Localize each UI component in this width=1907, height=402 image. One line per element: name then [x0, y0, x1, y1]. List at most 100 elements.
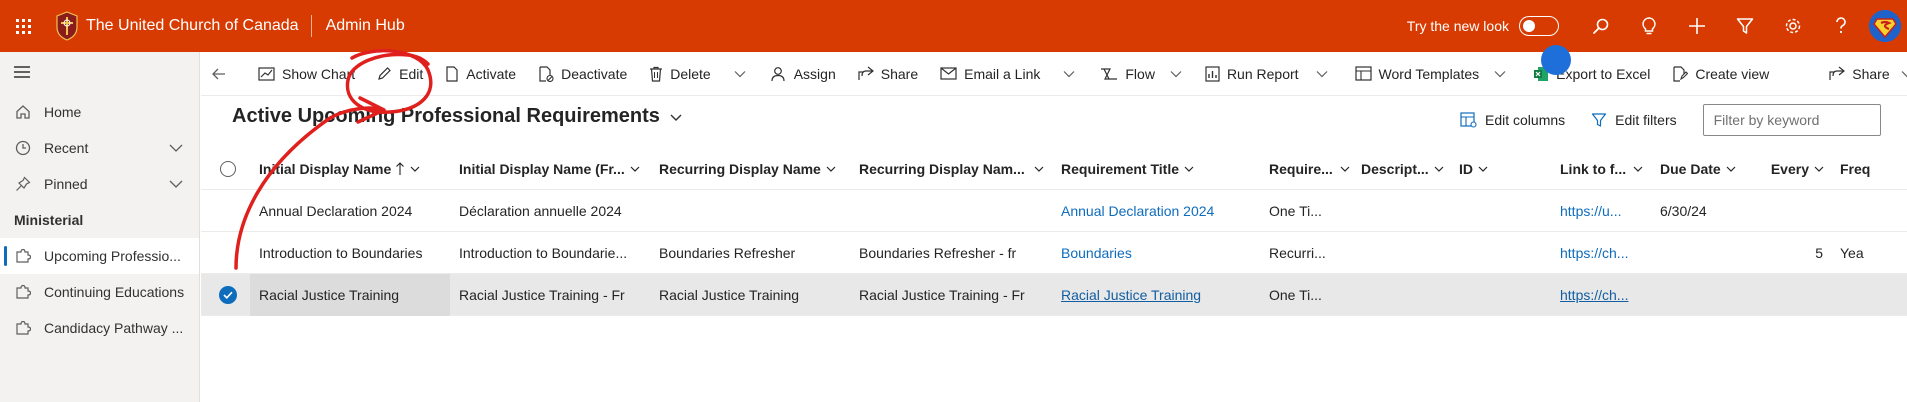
sidebar-item-pinned[interactable]: Pinned — [0, 166, 199, 202]
cell-link-url[interactable]: https://u... — [1551, 203, 1651, 219]
search-button[interactable] — [1577, 0, 1625, 52]
column-header-link[interactable]: Link to f... — [1551, 161, 1651, 177]
column-header-initial-display-name[interactable]: Initial Display Name — [250, 161, 450, 177]
app-name[interactable]: Admin Hub — [326, 17, 405, 35]
cell-requirement-title-link[interactable]: Racial Justice Training — [1052, 287, 1260, 303]
share-view-label: Share — [1852, 65, 1890, 82]
chevron-down-icon — [1633, 166, 1643, 172]
cell-initial-display-name-fr: Racial Justice Training - Fr — [459, 286, 625, 303]
delete-button[interactable]: Delete — [635, 52, 718, 96]
sidebar-item-upcoming-professional[interactable]: Upcoming Professio... — [0, 238, 199, 274]
settings-button[interactable] — [1769, 0, 1817, 52]
column-header-initial-display-name-fr[interactable]: Initial Display Name (Fr... — [450, 161, 650, 177]
puzzle-icon — [14, 283, 32, 301]
column-header-label: Descript... — [1361, 160, 1429, 177]
edit-columns-button[interactable]: Edit columns — [1460, 112, 1565, 128]
table-row-selected[interactable]: Racial Justice Training Racial Justice T… — [201, 273, 1907, 316]
chart-icon — [258, 66, 275, 81]
column-header-every[interactable]: Every — [1761, 161, 1831, 177]
puzzle-icon — [14, 247, 32, 265]
chevron-down-icon[interactable] — [167, 139, 185, 157]
more-email-options[interactable] — [1056, 52, 1082, 96]
create-view-button[interactable]: Create view — [1658, 52, 1777, 96]
activate-button[interactable]: Activate — [431, 52, 524, 96]
cell-link-url[interactable]: https://ch... — [1551, 245, 1651, 261]
cell-requirement-title-link[interactable]: Boundaries — [1052, 245, 1260, 261]
user-avatar[interactable] — [1869, 10, 1901, 42]
show-chart-label: Show Chart — [282, 65, 356, 82]
select-all-checkbox[interactable] — [201, 160, 250, 177]
sidebar-item-continuing-educations[interactable]: Continuing Educations — [0, 274, 199, 310]
header-divider — [310, 15, 312, 37]
cell-initial-display-name[interactable]: Annual Declaration 2024 — [250, 203, 450, 219]
chevron-down-icon — [410, 166, 420, 172]
view-title: Active Upcoming Professional Requirement… — [232, 105, 660, 127]
column-header-label: Freq — [1840, 160, 1871, 177]
cell-link-url[interactable]: https://ch... — [1551, 287, 1651, 303]
column-header-requirement-title[interactable]: Requirement Title — [1052, 161, 1260, 177]
organization-name[interactable]: The United Church of Canada — [86, 17, 299, 35]
person-icon — [771, 66, 785, 81]
help-button[interactable] — [1817, 0, 1865, 52]
pencil-icon — [378, 67, 392, 80]
export-excel-button[interactable]: Export to Excel — [1515, 52, 1658, 96]
column-header-requirement-type[interactable]: Require... — [1260, 161, 1352, 177]
sidebar-item-recent[interactable]: Recent — [0, 130, 199, 166]
column-header-id[interactable]: ID — [1450, 161, 1551, 177]
deactivate-button[interactable]: Deactivate — [524, 52, 635, 96]
filter-keyword-input[interactable] — [1702, 104, 1881, 136]
cell-initial-display-name[interactable]: Racial Justice Training — [250, 273, 450, 316]
cell-frequency: Yea — [1840, 244, 1864, 261]
sidebar-item-label: Pinned — [44, 176, 88, 192]
column-header-label: Due Date — [1660, 160, 1721, 177]
edit-button[interactable]: Edit — [363, 52, 431, 96]
word-template-icon — [1354, 66, 1372, 81]
column-header-due-date[interactable]: Due Date — [1651, 161, 1761, 177]
new-record-button[interactable] — [1673, 0, 1721, 52]
advanced-find-button[interactable] — [1721, 0, 1769, 52]
cell-requirement-title-link[interactable]: Annual Declaration 2024 — [1052, 203, 1260, 219]
filter-icon — [1592, 113, 1607, 127]
row-select-checkbox[interactable] — [201, 285, 250, 304]
header-actions: Try the new look — [1407, 0, 1907, 52]
sidebar-item-label: Continuing Educations — [44, 284, 185, 300]
share-view-button[interactable]: Share — [1819, 52, 1907, 96]
chevron-down-icon — [1316, 70, 1327, 77]
sidebar-item-candidacy-pathway[interactable]: Candidacy Pathway ... — [0, 310, 199, 346]
column-header-recurring-display-name[interactable]: Recurring Display Name — [650, 161, 850, 177]
app-launcher-button[interactable] — [0, 0, 46, 52]
collapse-menu-button[interactable] — [0, 52, 199, 92]
cell-initial-display-name[interactable]: Introduction to Boundaries — [250, 245, 450, 261]
back-button[interactable] — [201, 52, 246, 96]
create-view-icon — [1673, 65, 1689, 82]
grid-header-row: Initial Display Name Initial Display Nam… — [201, 148, 1907, 190]
assign-button[interactable]: Assign — [753, 52, 844, 96]
activate-icon — [446, 65, 458, 82]
chevron-down-icon[interactable] — [167, 175, 185, 193]
word-templates-button[interactable]: Word Templates — [1337, 52, 1516, 96]
chevron-down-icon — [1814, 166, 1824, 172]
cell-requirement-type: One Ti... — [1269, 202, 1322, 219]
ideas-button[interactable] — [1625, 0, 1673, 52]
column-header-recurring-display-name-fr[interactable]: Recurring Display Nam... — [850, 161, 1052, 177]
view-tools: Edit columns Edit filters — [1460, 102, 1881, 138]
new-look-toggle[interactable] — [1519, 16, 1559, 36]
flow-button[interactable]: Flow — [1082, 52, 1191, 96]
column-header-description[interactable]: Descript... — [1352, 161, 1450, 177]
edit-filters-button[interactable]: Edit filters — [1591, 112, 1677, 128]
cell-every: 5 — [1815, 244, 1823, 261]
chevron-down-icon — [1034, 166, 1044, 172]
email-link-label: Email a Link — [964, 65, 1041, 82]
show-chart-button[interactable]: Show Chart — [250, 52, 363, 96]
email-link-button[interactable]: Email a Link — [926, 52, 1048, 96]
sidebar-item-home[interactable]: Home — [0, 94, 199, 130]
table-row[interactable]: Introduction to Boundaries Introduction … — [201, 232, 1907, 274]
run-report-button[interactable]: Run Report — [1191, 52, 1337, 96]
column-header-frequency[interactable]: Freq — [1831, 161, 1871, 177]
share-button[interactable]: Share — [844, 52, 926, 96]
more-delete-options[interactable] — [727, 52, 753, 96]
chevron-down-icon — [1434, 166, 1444, 172]
view-selector[interactable]: Active Upcoming Professional Requirement… — [232, 105, 684, 128]
share-icon — [1829, 66, 1846, 80]
table-row[interactable]: Annual Declaration 2024 Déclaration annu… — [201, 190, 1907, 232]
